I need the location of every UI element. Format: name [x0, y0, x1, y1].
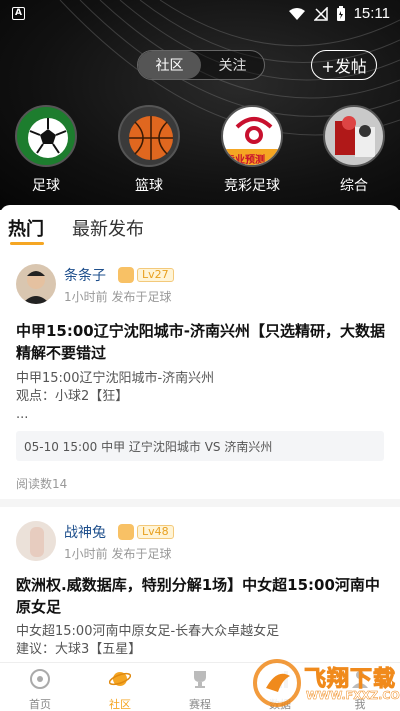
nav-schedule[interactable]: 赛程	[160, 663, 240, 711]
level-text: Lv48	[137, 525, 174, 539]
post-body: 中甲15:00辽宁沈阳城市-济南兴州 观点：小球2【狂】 ...	[16, 370, 386, 424]
category-label: 足球	[32, 178, 60, 194]
level-text: Lv27	[137, 268, 174, 282]
segment-community[interactable]: 社区	[138, 51, 201, 79]
post-button[interactable]: +发帖	[311, 50, 377, 80]
nav-label: 社区	[109, 698, 131, 711]
basketball-icon	[118, 105, 180, 167]
category-football[interactable]: 足球	[6, 105, 86, 195]
general-icon	[323, 105, 385, 167]
post-body-line: 中女超15:00河南中原女足-长春大众卓越女足	[16, 624, 280, 639]
post-meta: 1小时前 发布于足球	[64, 290, 172, 304]
level-badge: Lv48	[118, 524, 174, 540]
lottery-overlay-text: 专业预测	[225, 155, 265, 166]
battery-icon	[336, 5, 345, 21]
post-meta: 1小时前 发布于足球	[64, 547, 172, 561]
category-label: 综合	[340, 178, 368, 194]
watermark-logo-icon	[253, 659, 301, 707]
nav-label: 首页	[29, 698, 51, 711]
category-general[interactable]: 综合	[314, 105, 394, 195]
nav-label: 赛程	[189, 698, 211, 711]
avatar[interactable]	[16, 264, 56, 304]
lottery-football-icon: 专业预测	[221, 105, 283, 167]
community-follow-switch: 社区 关注	[137, 50, 265, 80]
status-bar: A 15:11	[0, 0, 400, 28]
watermark-url: WWW.FXXZ.COM	[306, 689, 400, 703]
home-icon	[30, 669, 50, 689]
category-label: 竞彩足球	[224, 178, 280, 194]
notification-a-icon: A	[12, 7, 25, 20]
level-hex-icon	[118, 267, 134, 283]
avatar[interactable]	[16, 521, 56, 561]
active-tab-indicator	[10, 242, 44, 245]
post-title[interactable]: 欧洲权.威数据库，特别分解1场】中女超15:00河南中原女足	[16, 574, 386, 618]
clock: 15:11	[353, 5, 390, 22]
tab-hot[interactable]: 热门	[8, 215, 44, 241]
post-body-line: 中甲15:00辽宁沈阳城市-济南兴州	[16, 371, 215, 386]
soccer-ball-icon	[15, 105, 77, 167]
category-basketball[interactable]: 篮球	[109, 105, 189, 195]
post-divider	[0, 499, 400, 507]
watermark: 飞翔下载 WWW.FXXZ.COM	[250, 655, 400, 711]
match-info[interactable]: 05-10 15:00 中甲 辽宁沈阳城市 VS 济南兴州	[16, 431, 384, 461]
header: A 15:11 社区 关注 +发帖 足球 篮球 专业预测 竞彩足球 综合	[0, 0, 400, 210]
post-body-line: ...	[16, 407, 29, 422]
level-badge: Lv27	[118, 267, 174, 283]
category-label: 篮球	[135, 178, 163, 194]
post-title[interactable]: 中甲15:00辽宁沈阳城市-济南兴州【只选精研，大数据精解不要错过	[16, 320, 386, 364]
feed: 热门 最新发布 条条子 Lv27 1小时前 发布于足球 中甲15:00辽宁沈阳城…	[0, 205, 400, 711]
nav-community[interactable]: 社区	[80, 663, 160, 711]
post-body: 中女超15:00河南中原女足-长春大众卓越女足 建议：大球3【五星】	[16, 623, 386, 659]
feed-tabs: 热门 最新发布	[0, 205, 400, 250]
username[interactable]: 条条子	[64, 265, 106, 285]
wifi-icon	[288, 7, 305, 20]
post-body-line: 观点：小球2【狂】	[16, 389, 129, 404]
tab-latest[interactable]: 最新发布	[72, 215, 144, 241]
category-lottery-football[interactable]: 专业预测 竞彩足球	[212, 105, 292, 195]
username[interactable]: 战神兔	[64, 522, 106, 542]
segment-follow[interactable]: 关注	[201, 51, 264, 79]
no-signal-icon	[313, 6, 328, 21]
planet-icon	[108, 672, 132, 686]
trophy-icon	[194, 671, 206, 688]
level-hex-icon	[118, 524, 134, 540]
nav-home[interactable]: 首页	[0, 663, 80, 711]
read-count: 阅读数14	[16, 477, 68, 491]
